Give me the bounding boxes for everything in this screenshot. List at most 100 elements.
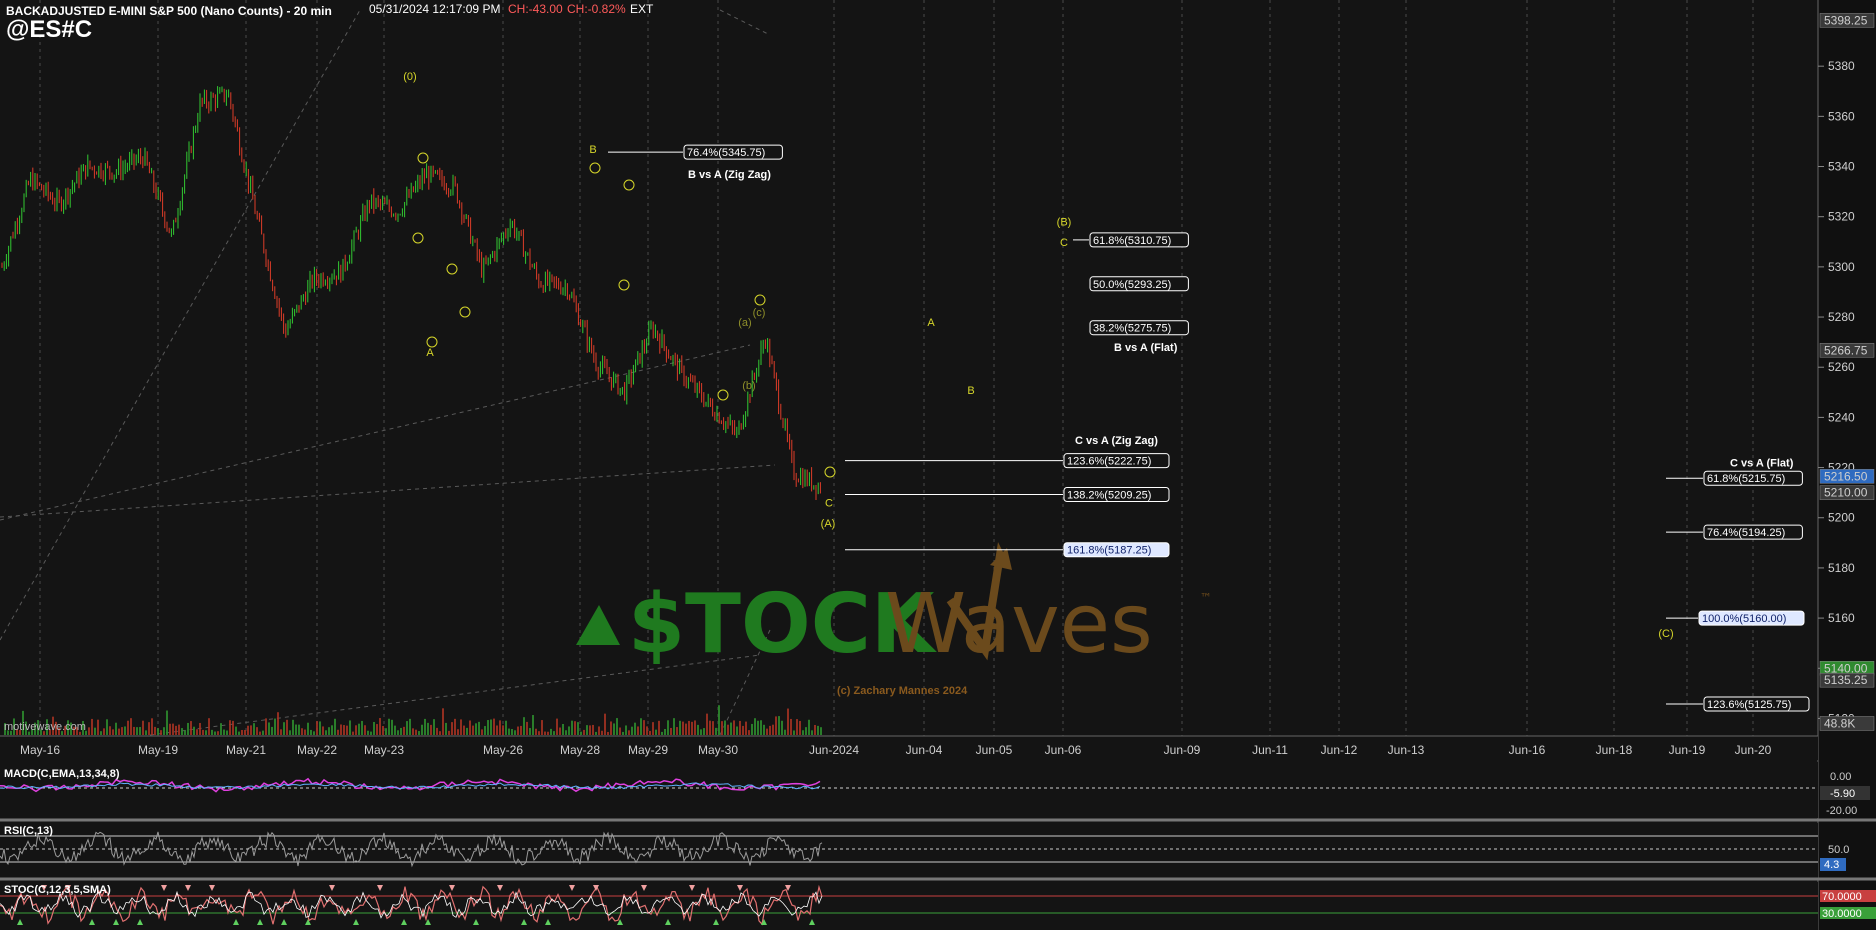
wave-label: (a): [738, 317, 751, 329]
volume-bar: [247, 725, 249, 735]
volume-bar: [763, 724, 765, 735]
volume-bar: [238, 731, 240, 735]
volume-bar: [745, 721, 747, 735]
volume-bar: [256, 727, 258, 735]
volume-bar: [700, 729, 702, 735]
volume-bar: [658, 720, 660, 735]
volume-bar: [520, 725, 522, 735]
volume-bar: [622, 731, 624, 735]
volume-bar: [442, 708, 444, 735]
date-tick-label: Jun-18: [1596, 743, 1633, 757]
price-tick-label: 5260: [1828, 360, 1855, 374]
volume-bar: [181, 728, 183, 735]
fib-label: 123.6%(5222.75): [1067, 456, 1151, 468]
price-chart[interactable]: $TOCK Waves ™ (c) Zachary Mannes 2024 mo…: [0, 0, 1876, 930]
volume-bar: [712, 721, 714, 735]
volume-bar: [577, 722, 579, 735]
volume-bar: [115, 722, 117, 735]
volume-bar: [136, 727, 138, 735]
volume-bar: [772, 724, 774, 735]
volume-bar: [340, 724, 342, 735]
volume-bar: [685, 723, 687, 735]
volume-bar: [730, 722, 732, 735]
fib-label: 123.6%(5125.75): [1707, 699, 1791, 711]
volume-bar: [430, 724, 432, 735]
volume-bar: [697, 724, 699, 735]
date-tick-label: May-22: [297, 743, 337, 757]
volume-bar: [526, 721, 528, 735]
date-tick-label: May-23: [364, 743, 404, 757]
volume-bar: [130, 718, 132, 735]
volume-bar: [418, 731, 420, 735]
volume-bar: [439, 731, 441, 735]
volume-bar: [550, 728, 552, 735]
volume-bar: [337, 729, 339, 735]
session-label: EXT: [630, 2, 654, 16]
volume-bar: [205, 730, 207, 735]
date-tick-label: Jun-12: [1321, 743, 1358, 757]
volume-bar: [268, 722, 270, 735]
volume-bar: [451, 722, 453, 735]
volume-bar: [91, 718, 93, 735]
watermark-brand-b: Waves: [885, 577, 1153, 672]
volume-bar: [355, 725, 357, 735]
volume-bar: [169, 723, 171, 735]
volume-bar: [751, 723, 753, 735]
volume-bar: [313, 731, 315, 735]
volume-bar: [799, 720, 801, 735]
date-tick-label: Jun-13: [1388, 743, 1425, 757]
volume-bar: [295, 724, 297, 735]
rsi-val-1: 4.3: [1824, 859, 1839, 871]
volume-bar: [454, 718, 456, 735]
volume-bar: [781, 720, 783, 735]
volume-bar: [286, 719, 288, 735]
fib-label: 50.0%(5293.25): [1093, 279, 1171, 291]
volume-bar: [478, 721, 480, 735]
date-tick-label: Jun-05: [976, 743, 1013, 757]
volume-bar: [574, 721, 576, 735]
change-value: CH:-43.00: [508, 2, 563, 16]
volume-bar: [214, 731, 216, 735]
volume-bar: [742, 725, 744, 735]
volume-bar: [361, 720, 363, 735]
volume-bar: [250, 725, 252, 735]
volume-bar: [460, 719, 462, 735]
fib-annotation: C vs A (Flat): [1730, 458, 1794, 470]
date-tick-label: May-29: [628, 743, 668, 757]
volume-bar: [604, 713, 606, 735]
fib-annotation: C vs A (Zig Zag): [1075, 435, 1158, 447]
volume-bar: [544, 731, 546, 735]
volume-bar: [619, 727, 621, 735]
volume-bar: [610, 721, 612, 735]
volume-bar: [676, 727, 678, 735]
price-label: 5266.75: [1824, 343, 1868, 357]
volume-bar: [709, 720, 711, 735]
date-tick-label: May-28: [560, 743, 600, 757]
volume-bar: [538, 731, 540, 735]
volume-bar: [484, 726, 486, 735]
date-tick-label: May-30: [698, 743, 738, 757]
volume-bar: [673, 718, 675, 735]
volume-bar: [412, 728, 414, 735]
volume-bar: [241, 729, 243, 735]
volume-bar: [211, 729, 213, 735]
volume-bar: [172, 723, 174, 735]
volume-bar: [184, 730, 186, 735]
volume-bar: [481, 729, 483, 735]
volume-bar: [397, 730, 399, 735]
volume-bar: [301, 728, 303, 735]
volume-bar: [553, 731, 555, 735]
volume-bar: [646, 726, 648, 735]
date-tick-label: Jun-20: [1735, 743, 1772, 757]
volume-bar: [514, 730, 516, 735]
date-tick-label: May-19: [138, 743, 178, 757]
chart-datetime: 05/31/2024 12:17:09 PM: [369, 2, 501, 16]
volume-bar: [265, 718, 267, 735]
stoch-label: STOC(C,12,3,5,SMA): [4, 884, 111, 896]
date-tick-label: May-26: [483, 743, 523, 757]
volume-bar: [445, 722, 447, 735]
price-tick-label: 5280: [1828, 310, 1855, 324]
volume-bar: [280, 729, 282, 735]
volume-bar: [223, 729, 225, 735]
stoch-panel: STOC(C,12,3,5,SMA) 70.0000 30.0000: [0, 882, 1876, 930]
